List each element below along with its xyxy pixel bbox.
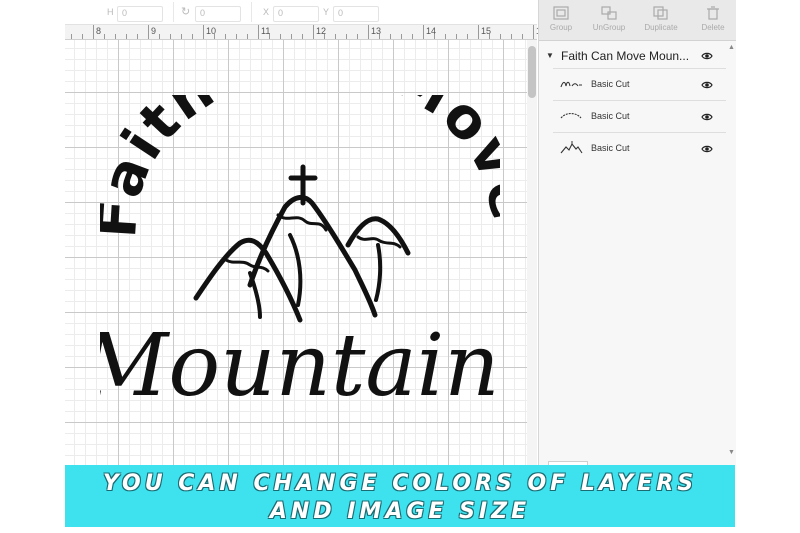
layer-group-row[interactable]: ▼ Faith Can Move Moun...: [539, 44, 726, 68]
layer-row[interactable]: Basic Cut: [553, 68, 726, 100]
eye-icon[interactable]: [701, 50, 713, 62]
ruler-tick-label: 12: [316, 26, 327, 36]
ruler-tick-label: 10: [206, 26, 217, 36]
toolbar-separator: [251, 2, 252, 22]
eye-icon[interactable]: [701, 111, 713, 123]
faith-mountains-artwork[interactable]: Faith Can Move Mountains: [100, 95, 500, 425]
rotate-icon: ↻: [181, 6, 191, 18]
eye-icon[interactable]: [701, 143, 713, 155]
duplicate-button[interactable]: Duplicate: [639, 6, 683, 32]
height-label: H: [107, 7, 114, 17]
x-label: X: [263, 7, 270, 17]
promo-banner-line1: YOU CAN CHANGE COLORS OF LAYERS: [102, 471, 698, 496]
layer-name: Basic Cut: [591, 143, 630, 153]
canvas-scrollbar-thumb[interactable]: [528, 46, 536, 98]
group-button[interactable]: Group: [539, 6, 583, 32]
faith-can-move-text-thumb-icon: [560, 112, 582, 119]
y-position-field[interactable]: 0: [333, 6, 379, 22]
ungroup-button[interactable]: UnGroup: [587, 6, 631, 32]
ruler-ticks: [71, 25, 534, 39]
mountains-text-thumb-icon: [560, 81, 582, 88]
layers-toolbar: Group UnGroup Duplicate Delete: [539, 0, 736, 41]
ungroup-icon: [601, 6, 617, 20]
toolbar-separator: [173, 2, 174, 22]
y-label: Y: [323, 7, 330, 17]
ruler-tick-label: 14: [426, 26, 437, 36]
layer-row[interactable]: Basic Cut: [553, 100, 726, 132]
eye-icon[interactable]: [701, 79, 713, 91]
caret-down-icon[interactable]: ▼: [546, 51, 554, 60]
duplicate-icon: [653, 6, 668, 20]
layer-name: Basic Cut: [591, 79, 630, 89]
layers-panel: Group UnGroup Duplicate Delete ▼ Faith C…: [538, 0, 736, 465]
ruler-tick-label: 11: [261, 26, 271, 36]
promo-banner-text: YOU CAN CHANGE COLORS OF LAYERS AND IMAG…: [65, 470, 735, 526]
promo-banner: YOU CAN CHANGE COLORS OF LAYERS AND IMAG…: [65, 465, 735, 527]
canvas-scrollbar[interactable]: [527, 40, 537, 465]
layer-group-title: Faith Can Move Moun...: [561, 49, 690, 63]
layer-name: Basic Cut: [591, 111, 630, 121]
scroll-down-icon[interactable]: ▼: [728, 449, 735, 456]
horizontal-ruler: 8910111213141516: [65, 25, 546, 40]
mountain-cross-thumb-icon: [560, 141, 583, 154]
ruler-tick-label: 13: [371, 26, 382, 36]
top-toolbar: H 0 ↻ 0 X 0 Y 0: [65, 0, 537, 25]
group-icon: [553, 6, 569, 20]
mountain-cross-graphic: [193, 164, 411, 323]
ruler-tick-label: 8: [96, 26, 102, 36]
ruler-tick-label: 9: [151, 26, 157, 36]
layer-row[interactable]: Basic Cut: [553, 132, 726, 164]
ruler-tick-label: 15: [481, 26, 492, 36]
x-position-field[interactable]: 0: [273, 6, 319, 22]
delete-button[interactable]: Delete: [691, 6, 735, 32]
height-field[interactable]: 0: [117, 6, 163, 22]
layers-scrollbar[interactable]: ▲ ▼: [726, 44, 736, 456]
promo-banner-line2: AND IMAGE SIZE: [269, 499, 531, 524]
scroll-up-icon[interactable]: ▲: [728, 44, 735, 51]
rotate-field[interactable]: 0: [195, 6, 241, 22]
artwork-mountains-text: Mountains: [100, 316, 500, 416]
trash-icon: [707, 6, 719, 20]
